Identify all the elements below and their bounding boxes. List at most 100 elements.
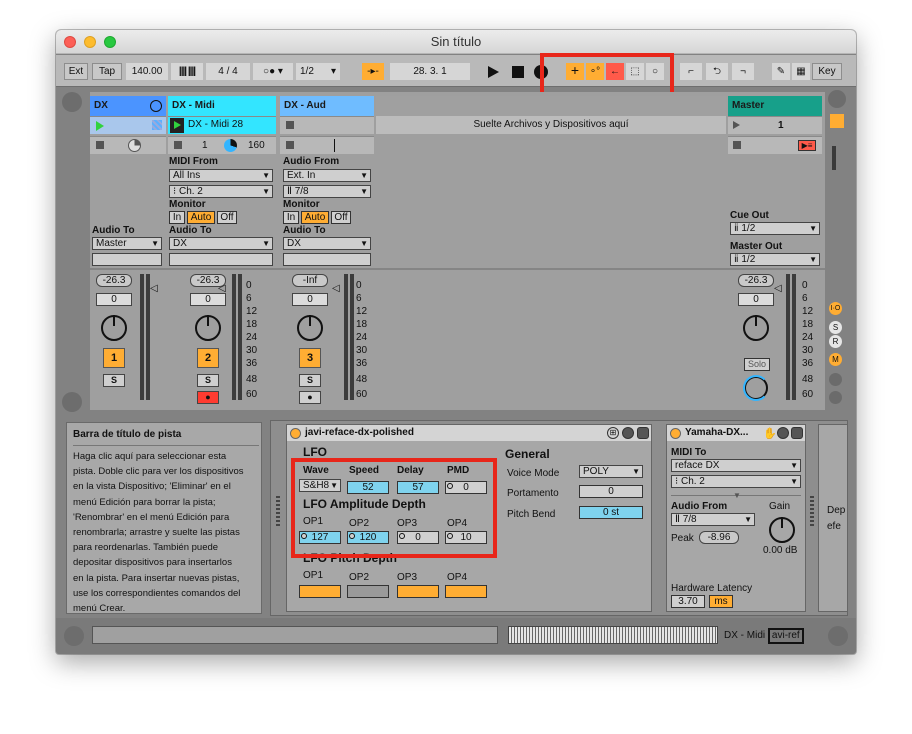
device-activator[interactable] bbox=[670, 428, 681, 439]
returns-toggle[interactable]: R bbox=[829, 335, 842, 348]
sends-toggle[interactable]: S bbox=[829, 321, 842, 334]
volume-field[interactable]: -Inf bbox=[292, 274, 328, 287]
pan-knob[interactable] bbox=[297, 315, 323, 341]
scrollbar[interactable] bbox=[832, 146, 836, 170]
scene-launch[interactable]: 1 bbox=[728, 116, 822, 134]
record-icon[interactable] bbox=[534, 65, 548, 79]
capture-midi-button[interactable]: ⬚ bbox=[626, 63, 644, 80]
loop-button[interactable]: ⮌ bbox=[706, 63, 728, 80]
track-activator[interactable]: 1 bbox=[103, 348, 125, 368]
audio-to-select[interactable]: DX ▼ bbox=[283, 237, 371, 250]
arrangement-position-field[interactable]: 28. 3. 1 bbox=[390, 63, 470, 80]
key-map-button[interactable]: Key bbox=[812, 63, 842, 80]
solo-cue-button[interactable]: Solo bbox=[744, 358, 770, 371]
portamento-value[interactable]: 0 bbox=[579, 485, 643, 498]
latency-unit-toggle[interactable]: ms bbox=[709, 595, 733, 608]
fader-handle[interactable]: ◁ bbox=[150, 283, 158, 294]
stop-clip-icon[interactable] bbox=[96, 141, 104, 149]
drag-handle[interactable] bbox=[810, 496, 814, 526]
fader-handle[interactable]: ◁ bbox=[332, 283, 340, 294]
pmd-value[interactable]: 0 bbox=[445, 481, 487, 494]
midi-from-select[interactable]: All Ins ▼ bbox=[169, 169, 273, 182]
pan-field[interactable]: 0 bbox=[292, 293, 328, 306]
play-clip-button[interactable] bbox=[170, 118, 184, 133]
stop-clip-icon[interactable] bbox=[174, 141, 182, 149]
monitor-in-button[interactable]: In bbox=[283, 211, 299, 224]
wave-icon[interactable] bbox=[62, 392, 82, 412]
wave-select[interactable]: S&H8 ▼ bbox=[299, 479, 341, 492]
headphone-knob[interactable] bbox=[743, 375, 769, 401]
track-activator[interactable]: 2 bbox=[197, 348, 219, 368]
op1-pitch-toggle[interactable] bbox=[299, 585, 341, 598]
time-signature-field[interactable]: 4 / 4 bbox=[206, 63, 250, 80]
close-window-button[interactable] bbox=[64, 36, 76, 48]
pan-knob[interactable] bbox=[195, 315, 221, 341]
op3-amp-depth[interactable]: 0 bbox=[397, 531, 439, 544]
track-title-dx-midi[interactable]: DX - Midi bbox=[168, 96, 276, 116]
master-out-select[interactable]: ⅱ 1/2 ▼ bbox=[730, 253, 820, 266]
stop-slot[interactable] bbox=[90, 136, 166, 154]
track-delay-toggle[interactable] bbox=[829, 391, 842, 404]
title-bar[interactable]: Sin título bbox=[56, 30, 856, 54]
gain-knob[interactable] bbox=[769, 517, 795, 543]
play-icon[interactable] bbox=[488, 66, 499, 78]
edit-icon[interactable] bbox=[622, 427, 634, 439]
metronome-toggle[interactable]: ○● ▾ bbox=[253, 63, 293, 80]
delay-value[interactable]: 57 bbox=[397, 481, 439, 494]
pan-field[interactable]: 0 bbox=[190, 293, 226, 306]
monitor-off-button[interactable]: Off bbox=[217, 211, 237, 224]
save-icon[interactable] bbox=[791, 427, 803, 439]
play-clip-icon[interactable] bbox=[96, 121, 104, 131]
stop-icon[interactable] bbox=[512, 66, 524, 78]
pan-knob[interactable] bbox=[101, 315, 127, 341]
status-track-label[interactable]: DX - Midi avi-ref bbox=[720, 627, 820, 645]
save-icon[interactable] bbox=[637, 427, 649, 439]
speed-value[interactable]: 52 bbox=[347, 481, 389, 494]
op2-amp-depth[interactable]: 120 bbox=[347, 531, 389, 544]
stop-all-button[interactable]: ▶≡ bbox=[798, 140, 816, 151]
expand-icon[interactable] bbox=[828, 626, 848, 646]
track-activator[interactable]: 3 bbox=[299, 348, 321, 368]
tap-tempo-button[interactable]: Tap bbox=[92, 63, 122, 80]
mixer-toggle[interactable]: M bbox=[829, 353, 842, 366]
draw-mode-button[interactable]: ✎ bbox=[772, 63, 790, 80]
pan-field[interactable]: 0 bbox=[738, 293, 774, 306]
device-activator[interactable] bbox=[290, 428, 301, 439]
pan-field[interactable]: 0 bbox=[96, 293, 132, 306]
overdub-button[interactable]: + bbox=[566, 63, 584, 80]
latency-value[interactable]: 3.70 bbox=[671, 595, 705, 608]
midi-channel-select[interactable]: ⁝ Ch. 2 ▼ bbox=[671, 475, 801, 488]
midi-channel-select[interactable]: ⁝ Ch. 2 ▼ bbox=[169, 185, 273, 198]
audio-to-select[interactable]: Master ▼ bbox=[92, 237, 162, 250]
op2-pitch-toggle[interactable] bbox=[347, 585, 389, 598]
overview-strip[interactable] bbox=[508, 626, 718, 644]
midi-to-select[interactable]: reface DX ▼ bbox=[671, 459, 801, 472]
volume-field[interactable]: -26.3 bbox=[738, 274, 774, 287]
quantize-menu[interactable]: 1/2 ▾ bbox=[296, 63, 340, 80]
menu-icon[interactable] bbox=[828, 90, 846, 108]
automation-arm-button[interactable]: ∘° bbox=[586, 63, 604, 80]
solo-button[interactable]: S bbox=[197, 374, 219, 387]
track-title-master[interactable]: Master bbox=[728, 96, 822, 116]
voice-mode-select[interactable]: POLY ▼ bbox=[579, 465, 643, 478]
zoom-window-button[interactable] bbox=[104, 36, 116, 48]
audio-from-select[interactable]: Ext. In ▼ bbox=[283, 169, 371, 182]
session-record-button[interactable]: ○ bbox=[646, 63, 664, 80]
clip-slot[interactable] bbox=[280, 116, 374, 134]
computer-midi-keyboard-button[interactable]: ▦ bbox=[792, 63, 810, 80]
audio-to-channel[interactable] bbox=[283, 253, 371, 266]
group-icon[interactable] bbox=[150, 100, 162, 112]
crossfader-toggle[interactable] bbox=[829, 373, 842, 386]
op4-pitch-toggle[interactable] bbox=[445, 585, 487, 598]
arm-button[interactable]: ● bbox=[197, 391, 219, 404]
tempo-field[interactable]: 140.00 bbox=[126, 63, 168, 80]
hand-icon[interactable]: ✋ bbox=[763, 427, 777, 440]
stop-slot[interactable] bbox=[280, 136, 374, 154]
ext-sync-button[interactable]: Ext bbox=[64, 63, 88, 80]
audio-channel-select[interactable]: Ⅱ 7/8 ▼ bbox=[283, 185, 371, 198]
audio-to-select[interactable]: DX ▼ bbox=[169, 237, 273, 250]
fader-handle[interactable]: ◁ bbox=[774, 283, 782, 294]
stop-all-icon[interactable] bbox=[733, 141, 741, 149]
fader-handle[interactable]: ◁ bbox=[218, 283, 226, 294]
op4-amp-depth[interactable]: 10 bbox=[445, 531, 487, 544]
